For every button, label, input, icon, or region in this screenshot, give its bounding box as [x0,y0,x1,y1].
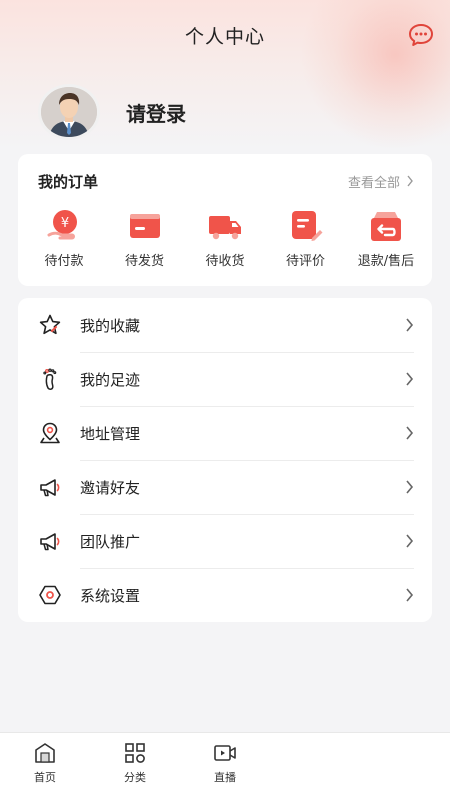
menu-item-label: 我的收藏 [80,316,141,335]
menu-card: 我的收藏 我的足迹 地址管理 邀请好友 团队推广 系统设置 [18,298,432,622]
tab-live[interactable]: 直播 [180,733,270,800]
menu-item-address[interactable]: 地址管理 [38,406,414,460]
view-all-orders-link[interactable]: 查看全部 [348,172,414,191]
category-grid-icon [125,743,145,763]
megaphone-icon [40,479,60,497]
order-status-label: 待收货 [205,254,245,269]
chevron-right-icon [407,175,413,187]
menu-item-team-promotion[interactable]: 团队推广 [38,514,414,568]
order-status-list: ¥ 待付款 待发货 待收货 待评价 退款/售后 [18,208,432,269]
menu-item-settings[interactable]: 系统设置 [38,568,414,622]
header: 个人中心 [0,0,450,70]
orders-header: 我的订单 查看全部 [18,154,432,208]
login-link[interactable]: 请登录 [126,98,186,127]
profile-section[interactable]: 请登录 [38,82,186,142]
chevron-right-icon [406,426,414,440]
orders-card: 我的订单 查看全部 ¥ 待付款 待发货 待收货 待评价 退款/售后 [18,154,432,286]
menu-item-invite-friends[interactable]: 邀请好友 [38,460,414,514]
menu-item-favorites[interactable]: 我的收藏 [38,298,414,352]
yen-wallet-icon: ¥ [47,210,77,240]
star-icon [39,314,61,335]
order-status-pending-receipt[interactable]: 待收货 [187,208,263,269]
page-title: 个人中心 [184,25,265,48]
tab-home[interactable]: 首页 [0,733,90,800]
avatar[interactable] [38,84,100,140]
orders-title: 我的订单 [38,172,99,191]
order-status-pending-payment[interactable]: ¥ 待付款 [26,208,102,269]
menu-item-label: 地址管理 [80,424,141,443]
location-pin-icon [40,422,60,444]
chevron-right-icon [406,534,414,548]
hexagon-settings-icon [39,585,61,605]
home-icon [35,743,55,763]
review-pencil-icon [291,211,322,241]
footprint-icon [43,368,57,390]
menu-item-label: 我的足迹 [80,370,141,389]
megaphone-icon [40,533,60,551]
tab-category[interactable]: 分类 [90,733,180,800]
tab-label: 首页 [34,771,56,784]
order-status-refund[interactable]: 退款/售后 [348,208,424,269]
truck-icon [209,216,241,240]
menu-item-label: 系统设置 [80,586,141,605]
order-status-pending-review[interactable]: 待评价 [268,208,344,269]
bottom-tab-bar: 首页 分类 直播 [0,732,450,800]
refund-box-icon [371,212,401,241]
card-icon [129,214,160,238]
video-camera-icon [214,745,236,761]
menu-item-footprints[interactable]: 我的足迹 [38,352,414,406]
menu-item-label: 团队推广 [80,532,141,551]
chevron-right-icon [406,372,414,386]
svg-text:¥: ¥ [61,216,69,231]
chevron-right-icon [406,318,414,332]
tab-label: 分类 [124,771,146,784]
chevron-right-icon [406,588,414,602]
menu-item-label: 邀请好友 [80,478,141,497]
order-status-label: 退款/售后 [357,254,415,269]
chat-bubble-icon[interactable] [408,22,434,48]
order-status-label: 待付款 [44,254,84,269]
tab-label: 直播 [214,771,236,784]
order-status-pending-shipment[interactable]: 待发货 [107,208,183,269]
chevron-right-icon [406,480,414,494]
order-status-label: 待发货 [124,254,164,269]
view-all-label: 查看全部 [347,175,400,191]
order-status-label: 待评价 [285,254,325,269]
